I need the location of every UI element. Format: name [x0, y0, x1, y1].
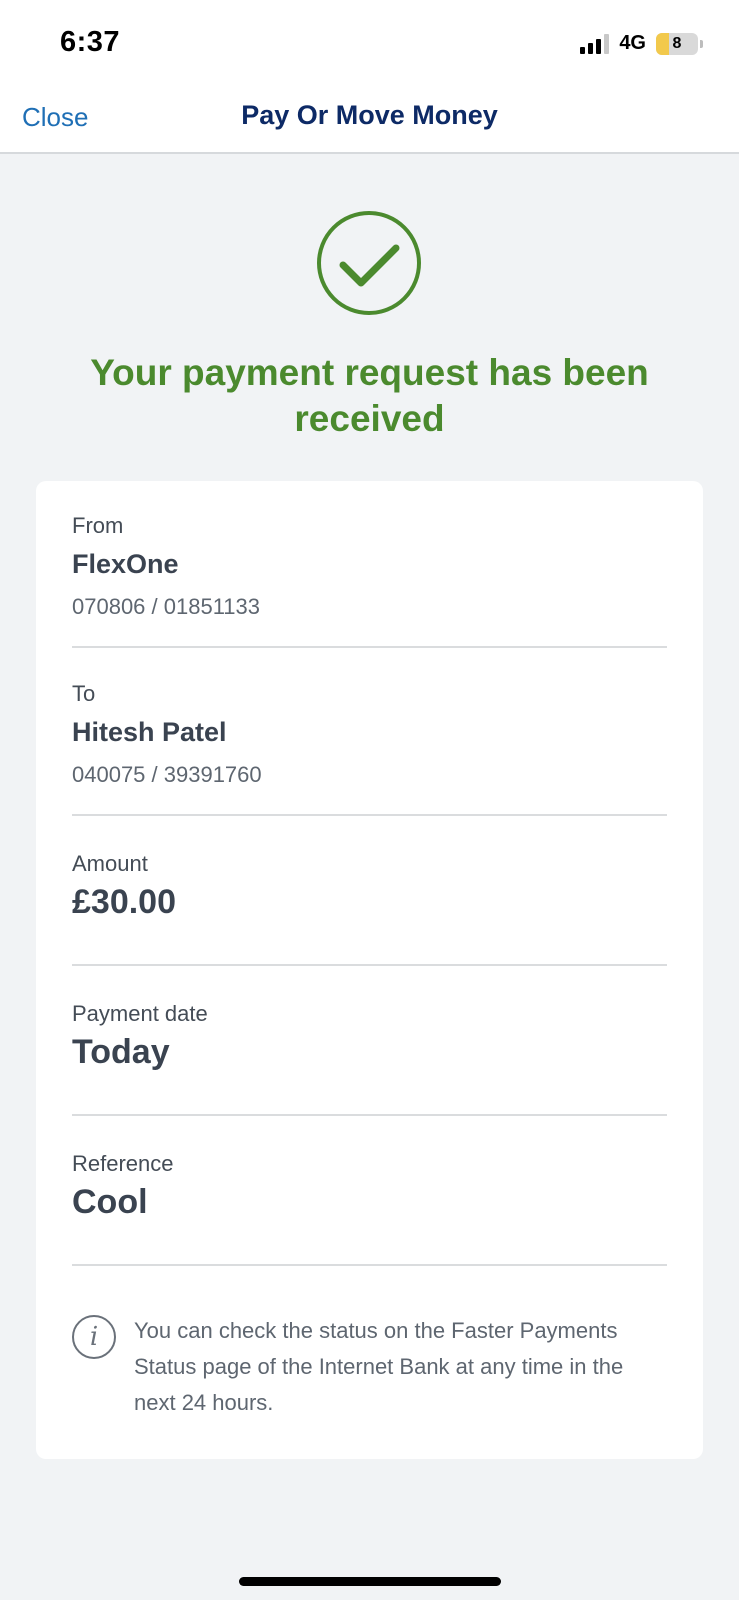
navigation-bar: Close Pay Or Move Money [0, 90, 739, 154]
status-bar: 6:37 4G 8 [0, 0, 739, 90]
checkmark-circle-icon [317, 211, 421, 315]
amount-row: Amount £30.00 [72, 851, 667, 966]
battery-level: 8 [672, 34, 682, 52]
from-label: From [72, 513, 124, 538]
battery-icon: 8 [656, 32, 698, 55]
from-account-name: FlexOne [72, 549, 179, 579]
page-title: Pay Or Move Money [241, 100, 498, 130]
reference-row: Reference Cool [72, 1151, 667, 1266]
reference-label: Reference [72, 1151, 174, 1176]
status-time: 6:37 [60, 26, 121, 58]
payment-date-value: Today [72, 1033, 170, 1071]
to-row: To Hitesh Patel 040075 / 39391760 [72, 681, 667, 816]
cellular-signal-icon [580, 33, 610, 54]
from-row: From FlexOne 070806 / 01851133 [72, 513, 667, 648]
info-text: You can check the status on the Faster P… [134, 1318, 624, 1415]
reference-value: Cool [72, 1183, 148, 1221]
payment-date-row: Payment date Today [72, 1001, 667, 1116]
from-sort-code-account: 070806 / 01851133 [72, 594, 260, 619]
confirmation-title: Your payment request has been received [90, 352, 649, 439]
to-sort-code-account: 040075 / 39391760 [72, 762, 262, 787]
payee-name: Hitesh Patel [72, 717, 227, 747]
info-icon: i [72, 1315, 116, 1359]
amount-label: Amount [72, 851, 148, 876]
home-indicator[interactable] [239, 1577, 501, 1586]
battery-cap [700, 39, 703, 48]
network-type: 4G [619, 32, 646, 54]
status-indicators: 4G 8 [580, 32, 703, 55]
amount-value: £30.00 [72, 883, 176, 921]
to-label: To [72, 681, 96, 706]
payment-details-card: From FlexOne 070806 / 01851133 To Hitesh… [36, 481, 703, 1459]
payment-date-label: Payment date [72, 1001, 208, 1026]
info-note: i You can check the status on the Faster… [72, 1315, 667, 1421]
